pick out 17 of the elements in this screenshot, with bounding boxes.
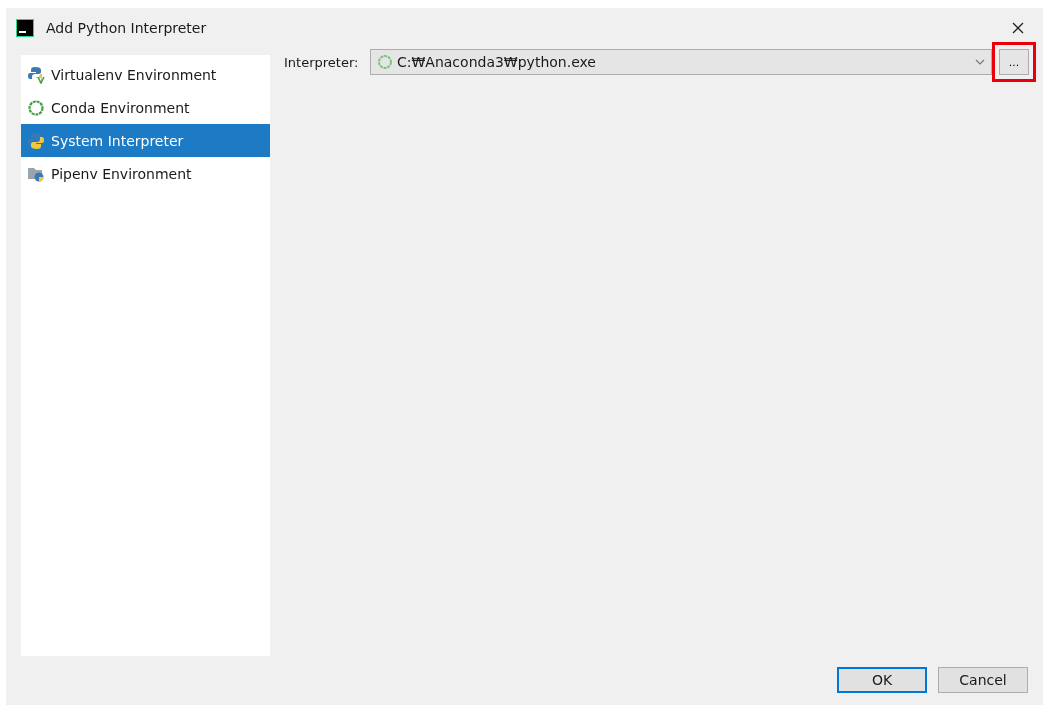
python-icon (27, 65, 45, 84)
sidebar-item[interactable]: Virtualenv Environment (21, 58, 270, 91)
dialog-button[interactable]: Cancel (938, 667, 1028, 693)
app-logo-icon (16, 19, 34, 37)
ring-icon (27, 98, 45, 117)
python-icon (27, 131, 45, 150)
interpreter-label: Interpreter: (283, 54, 360, 70)
chevron-down-icon (975, 59, 985, 65)
sidebar-item[interactable]: System Interpreter (21, 124, 270, 157)
sidebar-item[interactable]: Pipenv Environment (21, 157, 270, 190)
dialog-button[interactable]: OK (837, 667, 927, 693)
close-icon (1012, 22, 1024, 34)
window-title: Add Python Interpreter (46, 20, 208, 36)
ring-icon (377, 54, 393, 70)
sidebar-item[interactable]: Conda Environment (21, 91, 270, 124)
interpreter-dropdown[interactable]: C:₩Anaconda3₩python.exe (370, 49, 992, 75)
browse-button[interactable]: ... (999, 49, 1029, 75)
